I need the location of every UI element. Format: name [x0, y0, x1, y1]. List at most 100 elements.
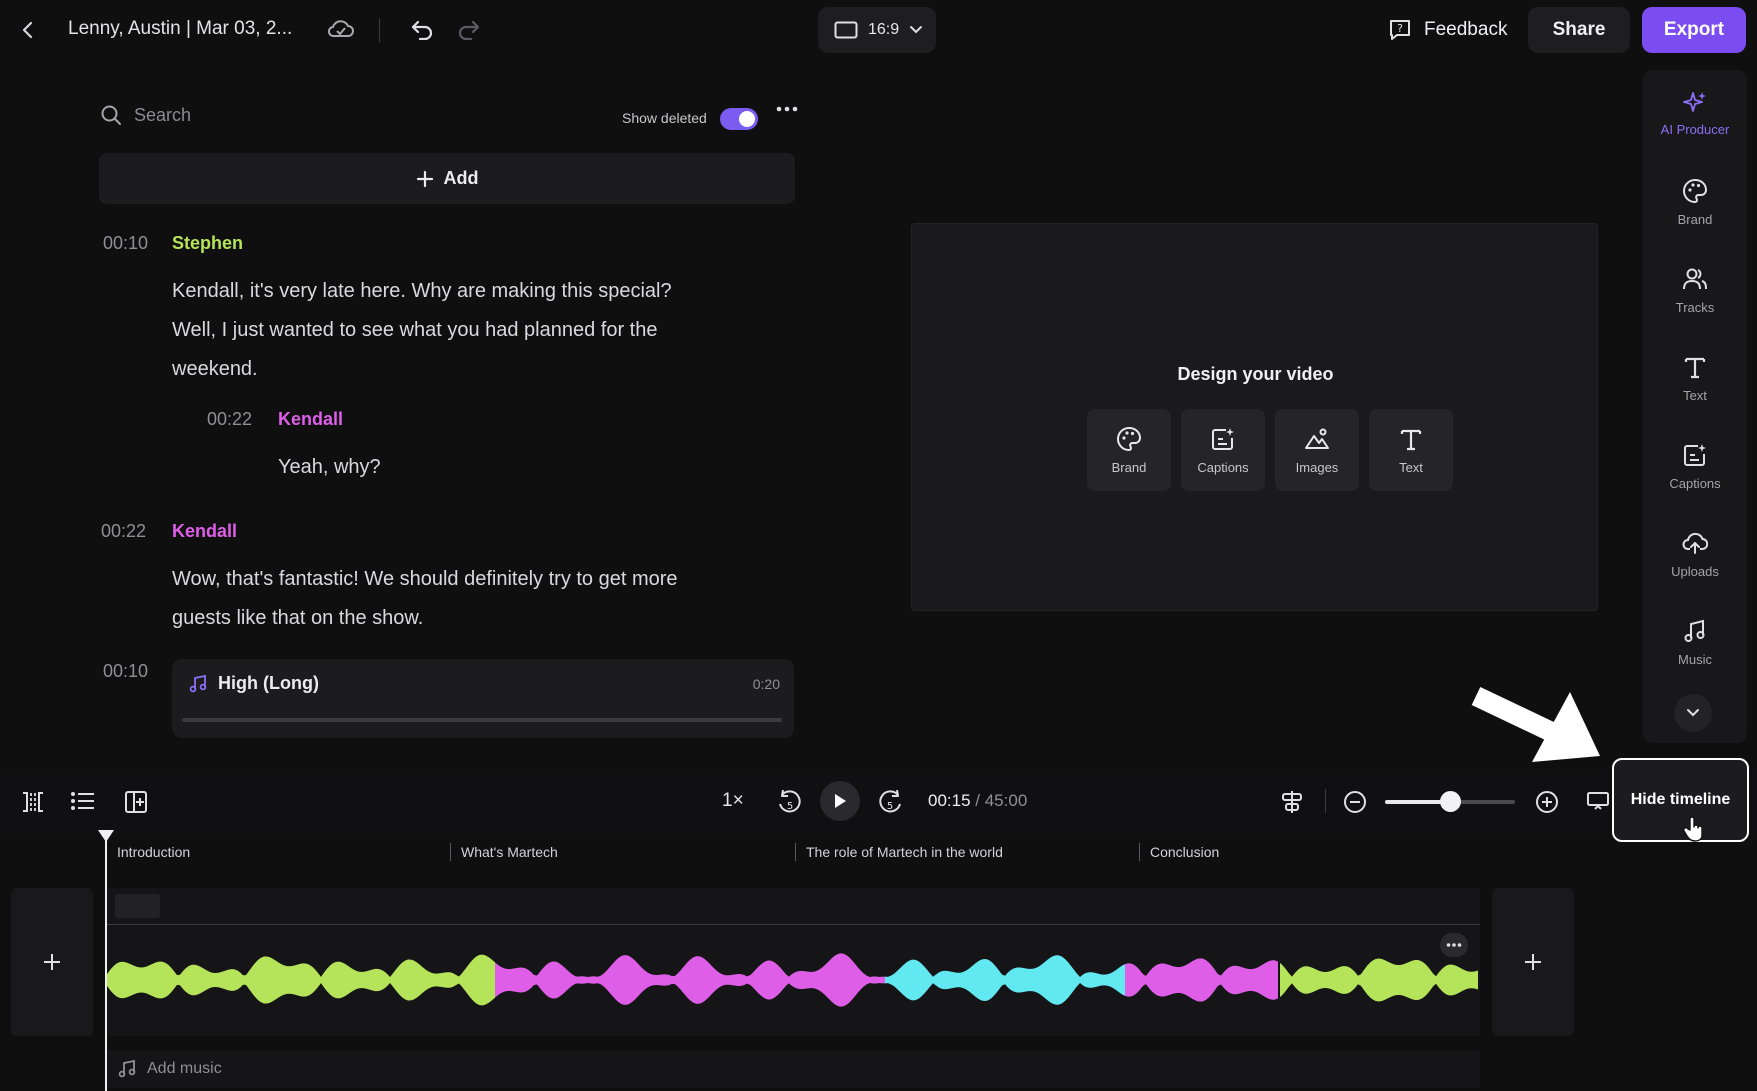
playback-time: 00:15 / 45:00	[928, 791, 1027, 811]
sidebar-item-brand[interactable]: Brand	[1643, 178, 1747, 227]
music-card[interactable]: High (Long) 0:20	[172, 659, 794, 738]
waveform-segment	[1280, 958, 1478, 1002]
captions-icon	[1682, 442, 1708, 468]
play-icon	[832, 792, 848, 810]
sidebar-item-label: Music	[1678, 652, 1712, 667]
chapter-marker[interactable]: Conclusion	[1139, 843, 1219, 861]
zoom-slider-handle[interactable]	[1440, 791, 1461, 812]
project-title[interactable]: Lenny, Austin | Mar 03, 2...	[68, 18, 292, 40]
transcript-paragraph[interactable]: Kendall, it's very late here. Why are ma…	[172, 272, 672, 389]
layout-add-icon[interactable]	[124, 789, 150, 815]
add-label: Add	[443, 168, 479, 188]
sidebar-item-uploads[interactable]: Uploads	[1643, 530, 1747, 579]
chapter-marker[interactable]: What's Martech	[450, 843, 558, 861]
music-note-icon	[188, 674, 208, 694]
zoom-in-icon[interactable]	[1535, 790, 1559, 814]
speaker-name[interactable]: Stephen	[172, 233, 243, 254]
share-button[interactable]: Share	[1528, 7, 1630, 53]
sidebar-item-label: Captions	[1669, 476, 1721, 491]
toolbar-divider	[379, 18, 380, 42]
sidebar-item-tracks[interactable]: Tracks	[1643, 266, 1747, 315]
add-music-label: Add music	[147, 1060, 222, 1077]
speaker-name[interactable]: Kendall	[172, 521, 237, 542]
rewind-5-icon[interactable]: 5	[776, 788, 802, 816]
sidebar-item-ai-producer[interactable]: AI Producer	[1643, 90, 1747, 137]
track-clip-placeholder[interactable]	[115, 894, 160, 918]
add-track-right-button[interactable]	[1492, 888, 1574, 1036]
audio-waveform[interactable]	[105, 940, 1480, 1020]
text-icon	[1682, 354, 1708, 380]
playhead-handle[interactable]	[98, 830, 114, 842]
aspect-ratio-dropdown[interactable]: 16:9	[818, 7, 936, 53]
design-option-images[interactable]: Images	[1275, 409, 1359, 491]
add-music-row[interactable]: Add music	[105, 1050, 1480, 1088]
feedback-button[interactable]: ? Feedback	[1376, 7, 1519, 53]
transcript-line: weekend.	[172, 358, 258, 380]
waveform-segment	[885, 955, 1125, 1005]
search-icon	[100, 104, 122, 126]
plus-icon	[42, 952, 62, 972]
hand-cursor-icon	[1682, 815, 1706, 843]
music-timestamp[interactable]: 00:10	[103, 661, 148, 682]
sidebar-item-label: Text	[1683, 388, 1707, 403]
zoom-out-icon[interactable]	[1343, 790, 1367, 814]
music-progress-bar	[182, 718, 782, 722]
text-icon	[1398, 426, 1424, 452]
svg-text:?: ?	[1397, 22, 1403, 35]
track-more-icon[interactable]	[1440, 933, 1468, 957]
forward-5-icon[interactable]: 5	[878, 788, 904, 816]
entry-timestamp[interactable]: 00:10	[103, 233, 148, 254]
undo-icon[interactable]	[408, 16, 436, 42]
chevron-down-icon	[909, 25, 923, 35]
split-icon[interactable]	[20, 790, 46, 814]
hide-timeline-button[interactable]: Hide timeline	[1612, 758, 1749, 842]
music-note-icon	[117, 1059, 137, 1079]
toolbar-divider	[1325, 789, 1326, 813]
back-arrow-icon[interactable]	[16, 18, 40, 42]
transcript-search[interactable]: Search	[100, 104, 191, 126]
chapter-marker[interactable]: The role of Martech in the world	[795, 843, 1003, 861]
track-divider	[105, 924, 1480, 925]
list-icon[interactable]	[70, 790, 96, 812]
show-deleted-toggle[interactable]	[720, 108, 758, 130]
transcript-line: Yeah, why?	[278, 456, 381, 478]
design-option-captions[interactable]: Captions	[1181, 409, 1265, 491]
show-deleted-label: Show deleted	[622, 110, 707, 126]
display-icon[interactable]	[1586, 790, 1610, 812]
transcript-paragraph[interactable]: Yeah, why?	[278, 448, 381, 487]
play-button[interactable]	[820, 781, 860, 821]
design-option-brand[interactable]: Brand	[1087, 409, 1171, 491]
captions-icon	[1210, 426, 1236, 452]
sidebar-item-label: Uploads	[1671, 564, 1719, 579]
plus-icon	[416, 170, 434, 188]
sidebar-item-label: Tracks	[1675, 300, 1715, 315]
transcript-paragraph[interactable]: Wow, that's fantastic! We should definit…	[172, 560, 678, 638]
chevron-down-icon	[1686, 708, 1700, 718]
music-note-icon	[1682, 618, 1708, 644]
sidebar-item-text[interactable]: Text	[1643, 354, 1747, 403]
playback-speed[interactable]: 1×	[722, 790, 744, 812]
more-options-icon[interactable]	[776, 104, 798, 114]
add-track-left-button[interactable]	[11, 888, 93, 1036]
align-icon[interactable]	[1280, 789, 1304, 815]
playhead[interactable]	[105, 836, 107, 1091]
images-icon	[1304, 426, 1330, 452]
sidebar-item-captions[interactable]: Captions	[1643, 442, 1747, 491]
speaker-name[interactable]: Kendall	[278, 409, 343, 430]
design-option-label: Captions	[1197, 459, 1249, 475]
redo-icon[interactable]	[455, 16, 483, 42]
aspect-ratio-icon	[834, 21, 858, 39]
video-preview: Design your video Brand Captions Images …	[911, 223, 1598, 611]
chapter-marker[interactable]: Introduction	[106, 843, 190, 861]
transcript-line: Well, I just wanted to see what you had …	[172, 319, 658, 341]
sidebar-item-music[interactable]: Music	[1643, 618, 1747, 667]
search-placeholder: Search	[134, 104, 192, 125]
users-icon	[1682, 266, 1708, 292]
sidebar-expand-button[interactable]	[1674, 694, 1712, 732]
entry-timestamp[interactable]: 00:22	[101, 521, 146, 542]
design-option-text[interactable]: Text	[1369, 409, 1453, 491]
cloud-upload-icon	[1682, 530, 1708, 556]
entry-timestamp[interactable]: 00:22	[207, 409, 252, 430]
add-button[interactable]: Add	[99, 153, 795, 204]
export-button[interactable]: Export	[1642, 7, 1746, 53]
